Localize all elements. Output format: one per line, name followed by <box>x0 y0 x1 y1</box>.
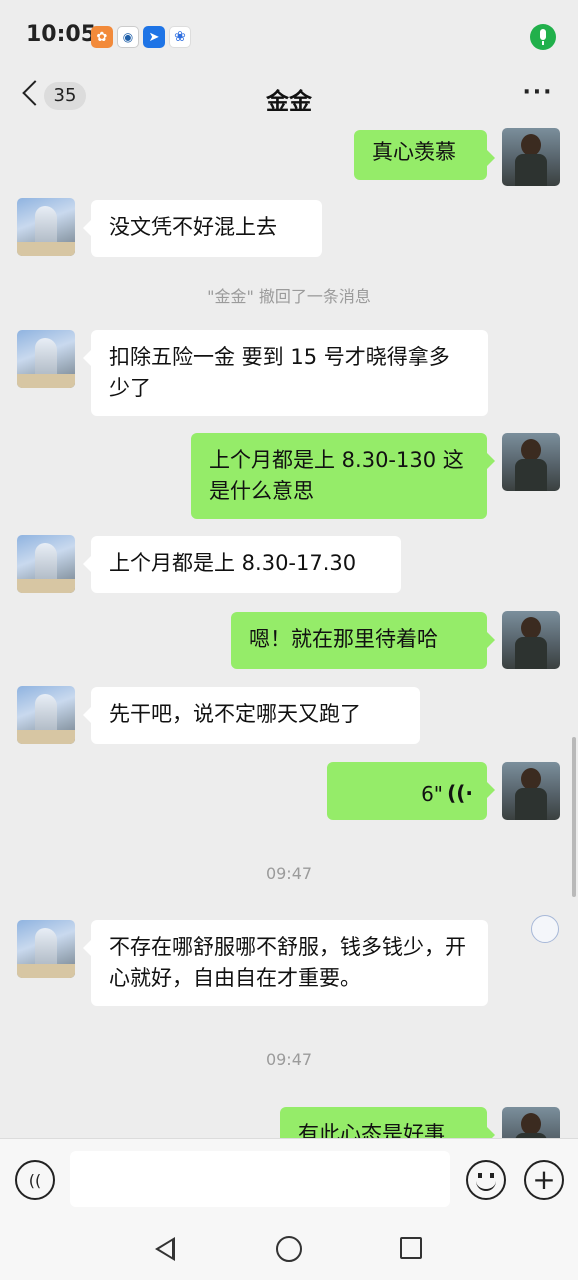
my-avatar[interactable] <box>502 433 560 491</box>
timestamp: 09:47 <box>265 1050 313 1069</box>
message-row: 有此心态是好事 <box>0 1107 578 1138</box>
my-avatar[interactable] <box>502 1107 560 1138</box>
voice-message-bubble[interactable]: 6" ((· <box>327 762 495 820</box>
message-row: 不存在哪舒服哪不舒服，钱多钱少，开心就好，自由自在才重要。 <box>0 920 578 1010</box>
message-list[interactable]: 真心羡慕 没文凭不好混上去 "金金" 撤回了一条消息 扣除五险一金 要到 15 … <box>0 120 578 1138</box>
pets-app-icon: ✿ <box>91 26 113 48</box>
contact-avatar[interactable] <box>17 686 75 744</box>
microphone-active-icon <box>530 24 556 50</box>
nav-recent-icon[interactable] <box>400 1237 422 1259</box>
incoming-message-bubble[interactable]: 先干吧，说不定哪天又跑了 <box>83 687 420 744</box>
baidu-paw-icon: ❀ <box>169 26 191 48</box>
my-avatar[interactable] <box>502 611 560 669</box>
incoming-message-bubble[interactable]: 扣除五险一金 要到 15 号才晓得拿多少了 <box>83 330 488 416</box>
contact-avatar[interactable] <box>17 535 75 593</box>
scrollbar[interactable] <box>572 737 576 897</box>
chat-header: 35 金金 ··· <box>0 72 578 120</box>
more-options-button[interactable]: ··· <box>518 80 558 110</box>
map-app-icon: ➤ <box>143 26 165 48</box>
status-bar: 10:05 ✿ ◉ ➤ ❀ <box>0 0 578 72</box>
message-row: 没文凭不好混上去 <box>0 198 578 258</box>
contact-avatar[interactable] <box>17 330 75 388</box>
plus-icon[interactable]: + <box>524 1160 564 1200</box>
incoming-message-bubble[interactable]: 不存在哪舒服哪不舒服，钱多钱少，开心就好，自由自在才重要。 <box>83 920 488 1006</box>
nav-back-icon[interactable] <box>155 1237 175 1261</box>
timestamp: 09:47 <box>265 864 313 883</box>
emoji-icon[interactable] <box>466 1160 506 1200</box>
message-row: 真心羡慕 <box>0 120 578 186</box>
message-input[interactable] <box>70 1151 450 1207</box>
contact-avatar[interactable] <box>17 198 75 256</box>
nav-home-icon[interactable] <box>276 1236 302 1262</box>
voice-input-icon[interactable]: (( <box>15 1160 55 1200</box>
camera-app-icon: ◉ <box>117 26 139 48</box>
status-time: 10:05 <box>26 22 97 47</box>
message-row: 上个月都是上 8.30-17.30 <box>0 535 578 595</box>
outgoing-message-bubble[interactable]: 有此心态是好事 <box>280 1107 495 1138</box>
message-row: 上个月都是上 8.30-130 这是什么意思 <box>0 433 578 523</box>
outgoing-message-bubble[interactable]: 真心羡慕 <box>354 130 495 180</box>
incoming-message-bubble[interactable]: 没文凭不好混上去 <box>83 200 322 257</box>
voice-duration: 6" <box>421 782 443 806</box>
voice-glyph: (( <box>28 1170 42 1190</box>
my-avatar[interactable] <box>502 762 560 820</box>
recall-notice: "金金" 撤回了一条消息 <box>207 287 371 306</box>
message-row: 6" ((· <box>0 762 578 824</box>
input-bar: (( + <box>0 1138 578 1220</box>
plus-glyph: + <box>532 1163 556 1196</box>
outgoing-message-bubble[interactable]: 嗯！就在那里待着哈 <box>231 612 495 669</box>
message-row: 先干吧，说不定哪天又跑了 <box>0 686 578 746</box>
chat-title: 金金 <box>266 89 312 115</box>
contact-avatar[interactable] <box>17 920 75 978</box>
my-avatar[interactable] <box>502 128 560 186</box>
incoming-message-bubble[interactable]: 上个月都是上 8.30-17.30 <box>83 536 401 593</box>
message-row: 扣除五险一金 要到 15 号才晓得拿多少了 <box>0 330 578 420</box>
outgoing-message-bubble[interactable]: 上个月都是上 8.30-130 这是什么意思 <box>191 433 495 519</box>
unread-indicator[interactable] <box>531 915 559 943</box>
message-row: 嗯！就在那里待着哈 <box>0 611 578 671</box>
system-nav-bar <box>0 1220 578 1280</box>
voice-wave-icon: ((· <box>447 781 473 805</box>
